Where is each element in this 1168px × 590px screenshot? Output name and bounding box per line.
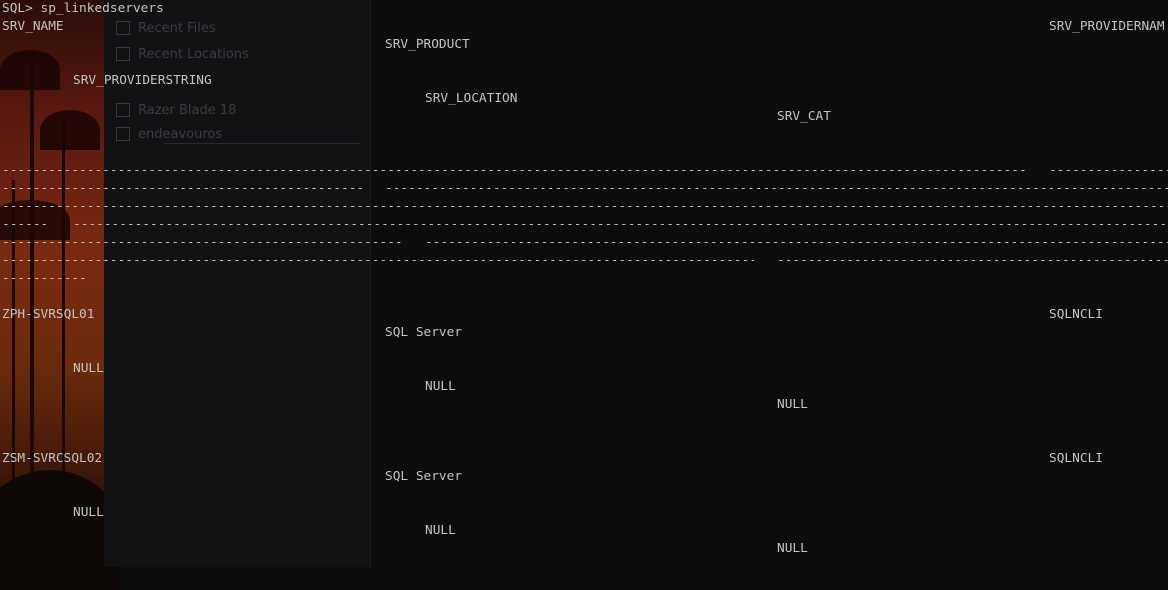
row-srv-providername: SQLNCLI: [1049, 451, 1103, 466]
row-srv-cat: NULL: [777, 541, 808, 556]
row-srv-providername: SQLNCLI: [1049, 307, 1103, 322]
header-srv-cat: SRV_CAT: [777, 109, 831, 124]
header-srv-providerstring: SRV_PROVIDERSTRING: [73, 73, 212, 88]
column-separator: ----------------------------------------…: [2, 235, 402, 250]
row-srv-providerstring: NULL: [73, 361, 104, 376]
row-srv-name: ZPH-SVRSQL01: [2, 307, 95, 322]
header-srv-providername: SRV_PROVIDERNAM: [1049, 19, 1165, 34]
column-separator: ----------------------------------------…: [2, 199, 1168, 214]
row-srv-location: NULL: [425, 523, 456, 538]
column-separator: ----------------------------------------…: [73, 217, 1168, 232]
column-separator: ----------------------------------------…: [2, 253, 754, 268]
column-separator: ----------------------------------------…: [2, 181, 362, 196]
row-srv-providerstring: NULL: [73, 505, 104, 520]
column-separator: ----------------------------------------…: [2, 217, 48, 232]
column-separator: ----------------------------------------…: [2, 163, 1026, 178]
column-separator: ----------------------------------------…: [425, 235, 1168, 250]
header-srv-location: SRV_LOCATION: [425, 91, 518, 106]
command-prompt: SQL> sp_linkedservers: [2, 1, 164, 16]
column-separator: ----------------------------------------…: [1049, 163, 1168, 178]
header-srv-name: SRV_NAME: [2, 19, 64, 34]
column-separator: ----------------------------------------…: [777, 253, 1168, 268]
header-srv-product: SRV_PRODUCT: [385, 37, 470, 52]
row-srv-location: NULL: [425, 379, 456, 394]
column-separator: ----------------------------------------…: [385, 181, 1168, 196]
row-srv-name: ZSM-SVRCSQL02: [2, 451, 103, 466]
column-separator: ----------------------------------------…: [2, 271, 86, 286]
row-srv-cat: NULL: [777, 397, 808, 412]
terminal-output[interactable]: SQL> sp_linkedservers SRV_NAME SRV_PROVI…: [0, 0, 1168, 567]
row-srv-product: SQL Server: [385, 325, 463, 340]
row-srv-product: SQL Server: [385, 469, 463, 484]
